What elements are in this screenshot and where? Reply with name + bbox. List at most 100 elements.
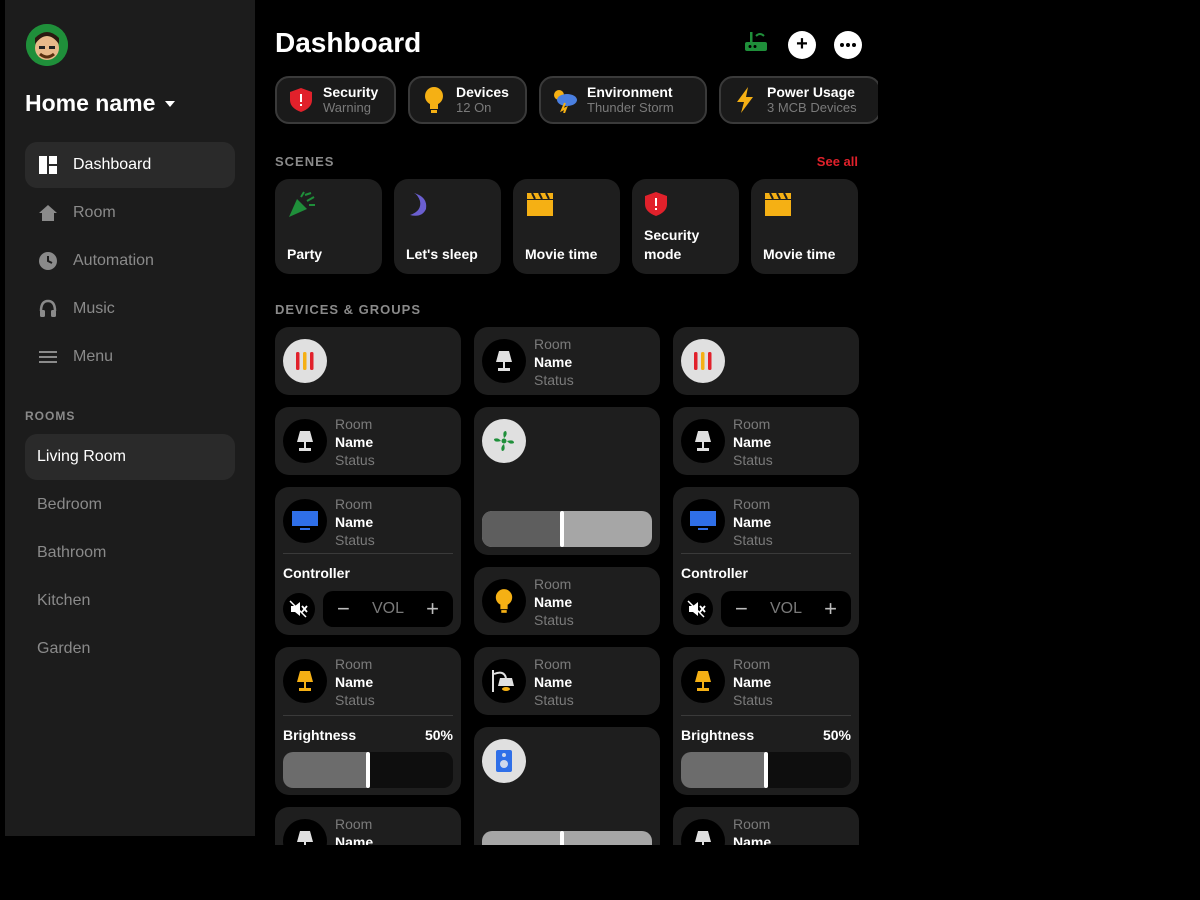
- slider-fill: [283, 752, 368, 788]
- sidebar-item-dashboard[interactable]: Dashboard: [25, 142, 235, 188]
- home-icon: [37, 202, 59, 224]
- device-card-speaker[interactable]: [474, 727, 660, 845]
- lamp-icon: [283, 819, 327, 845]
- device-card-lamp-partial[interactable]: Room Name: [275, 807, 461, 845]
- sidebar-item-room[interactable]: Room: [25, 190, 235, 236]
- chip-title: Devices: [456, 84, 509, 100]
- brightness-slider[interactable]: [681, 752, 851, 788]
- device-name: Name: [335, 514, 374, 530]
- device-card-lamp-dimmable[interactable]: Room Name Status Brightness 50%: [275, 647, 461, 795]
- sidebar-item-music[interactable]: Music: [25, 286, 235, 332]
- device-card-lamp-dimmable[interactable]: Room Name Status Brightness 50%: [673, 647, 859, 795]
- device-card-wall-lamp[interactable]: Room Name Status: [474, 647, 660, 715]
- device-room: Room: [335, 816, 373, 832]
- sidebar-item-label: Automation: [73, 252, 154, 269]
- chevron-down-icon: [165, 100, 176, 107]
- device-card-heater[interactable]: [275, 327, 461, 395]
- device-card-tv[interactable]: Room Name Status Controller − VOL +: [275, 487, 461, 635]
- environment-chip[interactable]: Environment Thunder Storm: [539, 76, 707, 124]
- device-name: Name: [335, 674, 374, 690]
- device-room: Room: [335, 496, 373, 512]
- brightness-slider[interactable]: [283, 752, 453, 788]
- device-status: Status: [335, 532, 375, 548]
- mute-icon[interactable]: [283, 593, 315, 625]
- volume-up-button[interactable]: +: [426, 596, 439, 622]
- volume-down-button[interactable]: −: [337, 596, 350, 622]
- sidebar-item-automation[interactable]: Automation: [25, 238, 235, 284]
- room-item-kitchen[interactable]: Kitchen: [25, 578, 235, 624]
- volume-slider[interactable]: [482, 831, 652, 845]
- device-card-tv[interactable]: Room Name Status Controller − VOL +: [673, 487, 859, 635]
- avatar[interactable]: [26, 24, 68, 66]
- room-item-bathroom[interactable]: Bathroom: [25, 530, 235, 576]
- room-item-garden[interactable]: Garden: [25, 626, 235, 672]
- slider-handle[interactable]: [560, 831, 564, 845]
- brightness-label: Brightness: [681, 727, 755, 743]
- controller-label: Controller: [681, 565, 748, 581]
- heater-icon: [681, 339, 725, 383]
- header-actions: +: [742, 28, 862, 61]
- room-item-bedroom[interactable]: Bedroom: [25, 482, 235, 528]
- bulb-icon: [482, 579, 526, 623]
- device-card-lamp[interactable]: Room Name Status: [474, 327, 660, 395]
- chip-title: Security: [323, 84, 379, 100]
- scene-security-mode[interactable]: Security mode: [632, 179, 739, 274]
- brightness-value: 50%: [822, 727, 851, 743]
- security-chip[interactable]: Security Warning: [275, 76, 396, 124]
- device-status: Status: [534, 372, 574, 388]
- home-selector[interactable]: Home name: [25, 90, 176, 117]
- scene-label: Let's sleep: [406, 246, 478, 262]
- device-name: Name: [335, 434, 374, 450]
- volume-up-button[interactable]: +: [824, 596, 837, 622]
- power-usage-chip[interactable]: Power Usage 3 MCB Devices: [719, 76, 878, 124]
- device-status: Status: [335, 452, 375, 468]
- device-status: Status: [534, 692, 574, 708]
- slider-fill: [681, 752, 766, 788]
- scene-lets-sleep[interactable]: Let's sleep: [394, 179, 501, 274]
- status-chips: Security Warning Devices 12 On Environme…: [275, 76, 878, 124]
- volume-down-button[interactable]: −: [735, 596, 748, 622]
- device-card-lamp[interactable]: Room Name Status: [673, 407, 859, 475]
- bolt-icon: [731, 86, 759, 114]
- device-name: Name: [733, 514, 772, 530]
- device-card-heater[interactable]: [673, 327, 859, 395]
- see-all-link[interactable]: See all: [817, 154, 858, 169]
- device-room: Room: [733, 496, 771, 512]
- device-card-lamp[interactable]: Room Name Status: [275, 407, 461, 475]
- device-card-bulb[interactable]: Room Name Status: [474, 567, 660, 635]
- more-icon[interactable]: [834, 30, 862, 59]
- scene-label: Movie time: [525, 246, 598, 262]
- slider-handle[interactable]: [560, 511, 564, 547]
- slider-handle[interactable]: [764, 752, 768, 788]
- device-name: Name: [733, 434, 772, 450]
- lamp-icon: [283, 419, 327, 463]
- device-card-lamp-partial[interactable]: Room Name: [673, 807, 859, 845]
- device-card-fan[interactable]: [474, 407, 660, 555]
- device-room: Room: [733, 656, 771, 672]
- wall-lamp-icon: [482, 659, 526, 703]
- heater-icon: [283, 339, 327, 383]
- sidebar-nav: Dashboard Room Automation Music Menu: [25, 142, 235, 382]
- scene-movie-time[interactable]: Movie time: [513, 179, 620, 274]
- add-icon[interactable]: +: [788, 30, 816, 59]
- shield-icon: [287, 86, 315, 114]
- brightness-value: 50%: [424, 727, 453, 743]
- device-name: Name: [534, 674, 573, 690]
- devices-chip[interactable]: Devices 12 On: [408, 76, 527, 124]
- device-name: Name: [534, 354, 573, 370]
- lamp-icon: [681, 819, 725, 845]
- router-icon[interactable]: [742, 28, 770, 61]
- slider-handle[interactable]: [366, 752, 370, 788]
- volume-label: VOL: [371, 600, 404, 617]
- rooms-section-title: ROOMS: [25, 409, 76, 423]
- device-name: Name: [733, 834, 772, 845]
- fan-speed-slider[interactable]: [482, 511, 652, 547]
- sidebar-item-menu[interactable]: Menu: [25, 334, 235, 380]
- mute-icon[interactable]: [681, 593, 713, 625]
- chip-title: Environment: [587, 84, 673, 100]
- scene-movie-time-2[interactable]: Movie time: [751, 179, 858, 274]
- scene-party[interactable]: Party: [275, 179, 382, 274]
- volume-control: − VOL +: [323, 591, 453, 627]
- room-item-living-room[interactable]: Living Room: [25, 434, 235, 480]
- moon-icon: [406, 191, 434, 219]
